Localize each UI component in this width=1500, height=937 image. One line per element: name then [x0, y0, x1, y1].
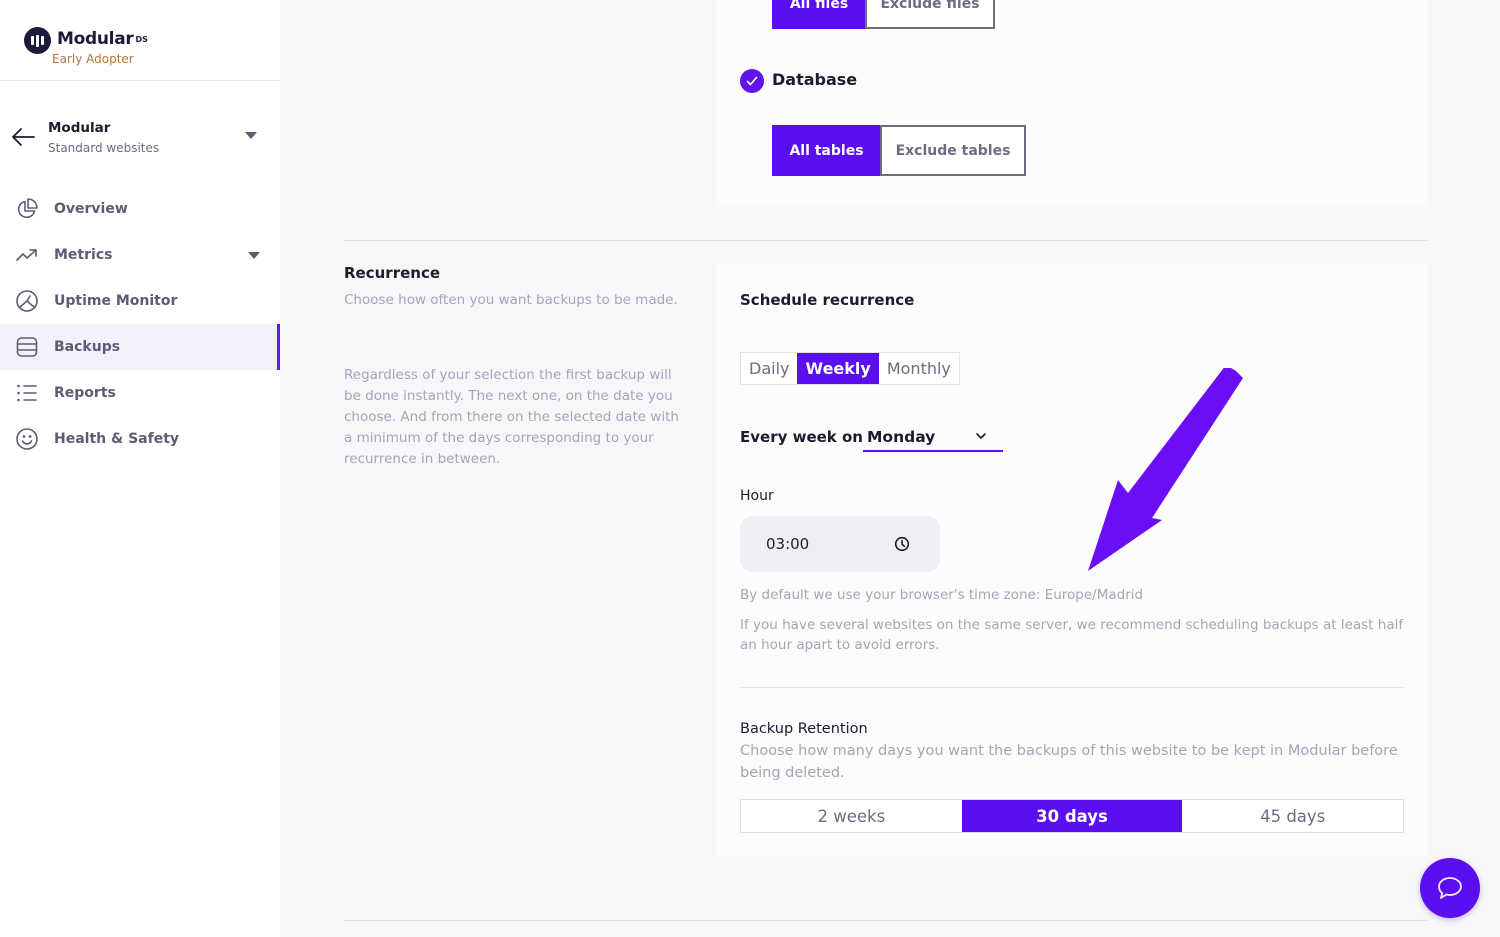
- check-icon: [746, 76, 758, 86]
- caret-down-icon[interactable]: [248, 252, 260, 259]
- sidebar-item-label: Health & Safety: [54, 431, 180, 447]
- retention-45-days[interactable]: 45 days: [1182, 800, 1403, 832]
- every-week-label: Every week on: [740, 428, 863, 446]
- server-note: If you have several websites on the same…: [740, 617, 1404, 653]
- sidebar-item-label: Reports: [54, 385, 116, 401]
- frequency-monthly[interactable]: Monthly: [879, 353, 959, 384]
- database-checkbox[interactable]: [740, 69, 764, 93]
- chat-bubble-icon: [1438, 877, 1462, 899]
- early-adopter-badge: Early Adopter: [52, 52, 134, 66]
- list-icon: [17, 384, 37, 402]
- project-switcher[interactable]: Modular Standard websites: [0, 118, 280, 160]
- trending-up-icon: [16, 249, 37, 261]
- gauge-icon: [16, 290, 38, 312]
- retention-30-days[interactable]: 30 days: [961, 800, 1183, 832]
- hour-input[interactable]: 03:00: [740, 516, 940, 572]
- sidebar-item-overview[interactable]: Overview: [0, 186, 280, 232]
- retention-title: Backup Retention: [740, 721, 868, 737]
- brand-logo[interactable]: Modular DS Early Adopter: [24, 27, 148, 66]
- sidebar-item-label: Backups: [54, 339, 121, 355]
- chat-button[interactable]: [1420, 858, 1480, 918]
- project-subtitle: Standard websites: [48, 141, 160, 155]
- bottom-divider: [344, 920, 1428, 921]
- timezone-note: By default we use your browser's time zo…: [740, 587, 1144, 603]
- frequency-toggle: Daily Weekly Monthly: [740, 352, 960, 385]
- caret-down-icon[interactable]: [245, 132, 257, 139]
- retention-divider: [740, 687, 1404, 688]
- sidebar-item-label: Metrics: [54, 247, 113, 263]
- tables-toggle: All tables Exclude tables: [772, 125, 1026, 176]
- recurrence-note: Regardless of your selection the first b…: [344, 367, 679, 467]
- smile-icon: [16, 428, 38, 450]
- files-toggle: All files Exclude files: [772, 0, 995, 29]
- frequency-weekly[interactable]: Weekly: [797, 353, 879, 384]
- project-name: Modular: [48, 120, 111, 136]
- clock-icon[interactable]: [894, 536, 910, 552]
- database-label: Database: [772, 70, 858, 89]
- recurrence-description: Choose how often you want backups to be …: [344, 292, 678, 308]
- recurrence-title: Recurrence: [344, 264, 441, 282]
- sidebar-item-metrics[interactable]: Metrics: [0, 232, 280, 278]
- hour-label: Hour: [740, 488, 774, 504]
- sidebar-item-health-safety[interactable]: Health & Safety: [0, 416, 280, 462]
- arrow-left-icon[interactable]: [10, 126, 36, 148]
- hour-value: 03:00: [766, 535, 810, 553]
- database-icon: [16, 337, 38, 357]
- annotation-arrow-icon: [1088, 368, 1243, 571]
- retention-description: Choose how many days you want the backup…: [740, 743, 1398, 781]
- sidebar-item-label: Overview: [54, 201, 128, 217]
- weekday-value: Monday: [867, 428, 936, 446]
- brand-name: Modular: [57, 29, 134, 49]
- sidebar-item-backups[interactable]: Backups: [0, 324, 280, 370]
- pie-chart-icon: [17, 198, 38, 219]
- exclude-tables-option[interactable]: Exclude tables: [880, 125, 1026, 176]
- schedule-recurrence-title: Schedule recurrence: [740, 291, 915, 309]
- sidebar-item-label: Uptime Monitor: [54, 293, 178, 309]
- all-files-option[interactable]: All files: [772, 0, 866, 29]
- sidebar: Modular DS Early Adopter Modular Standard…: [0, 0, 280, 937]
- sidebar-item-uptime-monitor[interactable]: Uptime Monitor: [0, 278, 280, 324]
- frequency-daily[interactable]: Daily: [741, 353, 797, 384]
- weekday-select[interactable]: Monday: [863, 425, 1003, 452]
- retention-2-weeks[interactable]: 2 weeks: [741, 800, 962, 832]
- sidebar-divider: [0, 80, 280, 81]
- sidebar-nav: Overview Metrics Uptime Monitor Backups: [0, 186, 280, 462]
- all-tables-option[interactable]: All tables: [772, 125, 881, 176]
- retention-toggle: 2 weeks 30 days 45 days: [740, 799, 1404, 833]
- section-divider: [344, 240, 1428, 241]
- modular-logo-icon: [24, 27, 51, 54]
- sidebar-item-reports[interactable]: Reports: [0, 370, 280, 416]
- exclude-files-option[interactable]: Exclude files: [865, 0, 995, 29]
- chevron-down-icon: [976, 433, 986, 439]
- brand-suffix: DS: [135, 35, 148, 44]
